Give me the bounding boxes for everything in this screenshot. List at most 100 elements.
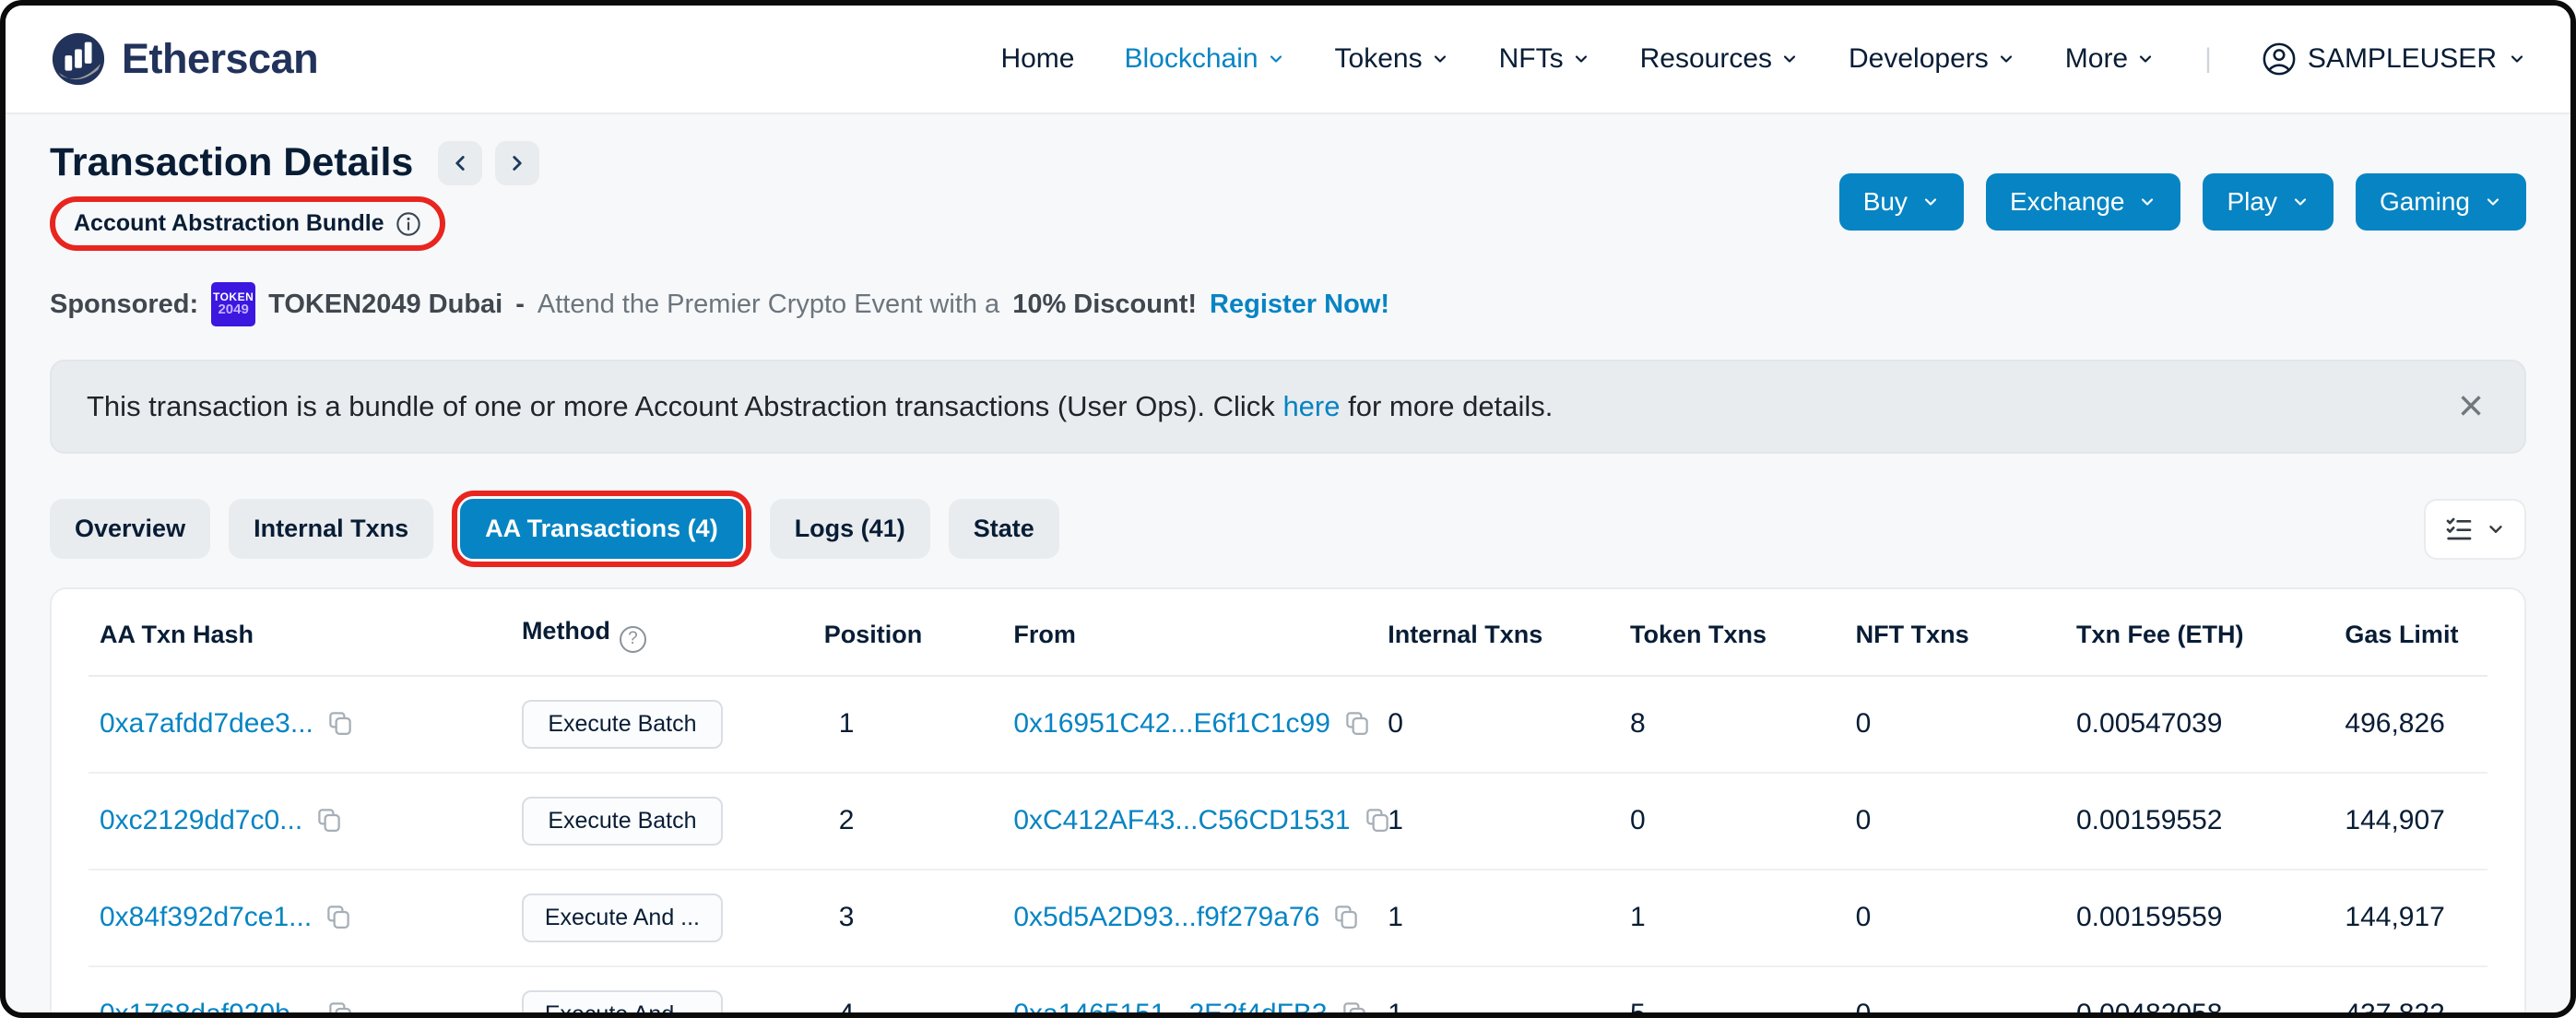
chevron-down-icon (2484, 193, 2502, 211)
column-header-label: NFT Txns (1856, 621, 1969, 648)
previous-txn-button[interactable] (438, 141, 482, 185)
chevron-down-icon (2138, 193, 2157, 211)
sponsored-banner: Sponsored: TOKEN 2049 TOKEN2049 Dubai - … (50, 282, 2526, 326)
sponsored-event-name: TOKEN2049 Dubai (268, 290, 502, 320)
view-options-button[interactable] (2424, 499, 2526, 560)
brand[interactable]: Etherscan (50, 30, 318, 88)
copy-icon[interactable] (1341, 1000, 1368, 1018)
cell-position: 2 (813, 773, 1003, 870)
nav-item-blockchain[interactable]: Blockchain (1124, 43, 1284, 75)
column-header-gas-limit: Gas Limit (2334, 591, 2487, 676)
table-body: 0xa7afdd7dee3... Execute Batch 1 0x16951C42… (89, 676, 2487, 1018)
nav-item-developers[interactable]: Developers (1849, 43, 2015, 75)
cell-internal-txns: 1 (1377, 773, 1619, 870)
here-link[interactable]: here (1282, 390, 1340, 422)
nav-item-home[interactable]: Home (1000, 43, 1074, 75)
method-badge[interactable]: Execute And ... (522, 894, 723, 942)
copy-icon[interactable] (1364, 806, 1391, 836)
nav-item-label: Developers (1849, 43, 1989, 75)
cell-method: Execute Batch (511, 773, 813, 870)
column-header-label: Token Txns (1630, 621, 1767, 648)
nav-item-more[interactable]: More (2065, 43, 2155, 75)
buy-button[interactable]: Buy (1839, 173, 1964, 231)
table-row: 0x1768daf920b...Execute And ...40xa14651… (89, 966, 2487, 1018)
column-header-label: Txn Fee (ETH) (2076, 621, 2244, 648)
cell-nft-txns: 0 (1845, 773, 2065, 870)
copy-icon[interactable] (326, 1000, 354, 1018)
cell-aa-txn-hash: 0xc2129dd7c0... (89, 773, 511, 870)
chevron-left-icon (448, 151, 472, 175)
tab-internal-txns[interactable]: Internal Txns (229, 499, 433, 559)
tab-logs-41[interactable]: Logs (41) (770, 499, 930, 559)
close-icon[interactable]: × (2452, 389, 2489, 424)
aa-txn-hash-link[interactable]: 0xa7afdd7dee3... (100, 708, 313, 739)
copy-icon[interactable] (326, 709, 354, 740)
nav-item-label: Home (1000, 43, 1074, 75)
aa-transactions-card: AA Txn HashMethod?PositionFromInternal T… (50, 587, 2526, 1018)
aa-txn-hash-link[interactable]: 0x84f392d7ce1... (100, 902, 312, 932)
from-address-link[interactable]: 0x5d5A2D93...f9f279a76 (1013, 902, 1319, 932)
cell-method: Execute And ... (511, 966, 813, 1018)
bundle-badge-label: Account Abstraction Bundle (74, 210, 384, 237)
chevron-down-icon (1267, 50, 1285, 68)
cell-internal-txns: 1 (1377, 966, 1619, 1018)
next-txn-button[interactable] (495, 141, 539, 185)
red-annotation-circle: Account Abstraction Bundle (50, 196, 445, 251)
column-header-internal-txns: Internal Txns (1377, 591, 1619, 676)
method-badge[interactable]: Execute Batch (522, 700, 723, 749)
nav-item-tokens[interactable]: Tokens (1335, 43, 1449, 75)
from-address-link[interactable]: 0xC412AF43...C56CD1531 (1013, 805, 1350, 835)
nav-item-label: More (2065, 43, 2128, 75)
copy-icon[interactable] (315, 806, 343, 836)
table-row: 0xa7afdd7dee3...Execute Batch10x16951C42… (89, 676, 2487, 773)
from-address-link[interactable]: 0x16951C42...E6f1C1c99 (1013, 708, 1330, 739)
cell-token-txns: 5 (1619, 966, 1845, 1018)
nav-item-nfts[interactable]: NFTs (1499, 43, 1590, 75)
cell-internal-txns: 1 (1377, 870, 1619, 966)
list-check-icon (2444, 515, 2474, 544)
tab-state[interactable]: State (949, 499, 1059, 559)
cell-txn-fee: 0.00159552 (2065, 773, 2334, 870)
table-row: 0x84f392d7ce1...Execute And ...30x5d5A2D… (89, 870, 2487, 966)
etherscan-logo-icon (50, 30, 107, 88)
aa-txn-hash-link[interactable]: 0xc2129dd7c0... (100, 805, 302, 835)
cell-nft-txns: 0 (1845, 676, 2065, 773)
exchange-button[interactable]: Exchange (1986, 173, 2181, 231)
nav-item-resources[interactable]: Resources (1640, 43, 1799, 75)
promo-button-label: Exchange (2010, 187, 2125, 217)
aa-txn-hash-link[interactable]: 0x1768daf920b... (100, 999, 313, 1018)
register-now-link[interactable]: Register Now! (1210, 290, 1389, 320)
cell-aa-txn-hash: 0x84f392d7ce1... (89, 870, 511, 966)
cell-gas-limit: 144,917 (2334, 870, 2487, 966)
gaming-button[interactable]: Gaming (2356, 173, 2526, 231)
page-content: Transaction Details (6, 114, 2570, 1018)
column-header-label: AA Txn Hash (100, 621, 254, 648)
cell-aa-txn-hash: 0x1768daf920b... (89, 966, 511, 1018)
cell-method: Execute Batch (511, 676, 813, 773)
tab-overview[interactable]: Overview (50, 499, 210, 559)
cell-token-txns: 0 (1619, 773, 1845, 870)
tab-aa-transactions-4[interactable]: AA Transactions (4) (460, 499, 743, 559)
top-navbar: Etherscan Home Blockchain Tokens NFTs Resour… (6, 6, 2570, 114)
info-icon[interactable] (396, 211, 421, 237)
column-header-from: From (1002, 591, 1377, 676)
copy-icon[interactable] (1343, 709, 1371, 740)
cell-gas-limit: 144,907 (2334, 773, 2487, 870)
aa-bundle-notice: This transaction is a bundle of one or m… (50, 360, 2526, 454)
method-badge[interactable]: Execute And ... (522, 990, 723, 1018)
chevron-right-icon (505, 151, 529, 175)
txn-pager (438, 141, 539, 185)
help-icon[interactable]: ? (620, 626, 646, 653)
copy-icon[interactable] (325, 903, 352, 933)
method-badge[interactable]: Execute Batch (522, 797, 723, 846)
user-menu[interactable]: SAMPLEUSER (2262, 41, 2526, 77)
from-address-link[interactable]: 0xa1465151...2E2f4dFB3 (1013, 999, 1327, 1018)
notice-text-before: This transaction is a bundle of one or m… (87, 390, 1275, 422)
table-row: 0xc2129dd7c0... Execute Batch 2 0xC412AF43.… (89, 773, 2487, 870)
column-header-label: From (1013, 621, 1076, 648)
copy-icon[interactable] (1332, 903, 1360, 933)
play-button[interactable]: Play (2203, 173, 2333, 231)
column-header-label: Position (824, 621, 923, 648)
token2049-icon: TOKEN 2049 (211, 282, 255, 326)
chevron-down-icon (2508, 50, 2526, 68)
